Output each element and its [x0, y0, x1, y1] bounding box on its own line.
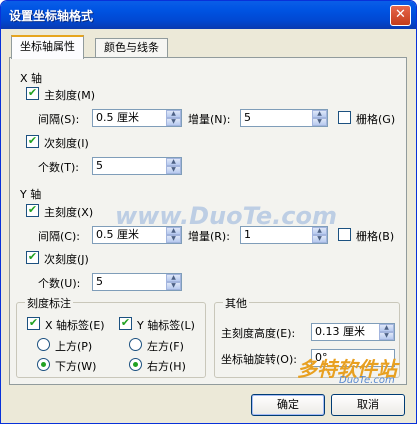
tab-panel: www.DuoTe.com X 轴 ✔ 主刻度(M) 间隔(S): 0.5 厘米… — [9, 57, 407, 385]
y-interval-label: 间隔(C): — [38, 230, 80, 243]
y-increment-spinner[interactable]: ▲ ▼ — [312, 227, 327, 243]
y-count-input[interactable]: 5 ▲ ▼ — [92, 273, 182, 291]
watermark-logo-sub: DuoTe.com — [339, 375, 395, 386]
x-increment-label: 增量(N): — [188, 113, 231, 126]
top-radio[interactable] — [37, 338, 50, 351]
tick-height-label: 主刻度高度(E): — [221, 327, 296, 340]
spin-up-icon[interactable]: ▲ — [379, 324, 394, 332]
tick-height-value: 0.13 厘米 — [315, 325, 365, 338]
x-minor-tick-checkbox[interactable]: ✔ — [26, 135, 39, 148]
x-minor-tick-label: 次刻度(I) — [44, 137, 89, 150]
y-axis-label-text: Y 轴标签(L) — [137, 319, 195, 332]
y-count-spinner[interactable]: ▲ ▼ — [166, 274, 181, 290]
spin-down-icon[interactable]: ▼ — [166, 166, 181, 174]
x-count-spinner[interactable]: ▲ ▼ — [166, 158, 181, 174]
y-interval-value: 0.5 厘米 — [96, 228, 139, 241]
y-axis-heading: Y 轴 — [20, 188, 42, 201]
rotation-label: 坐标轴旋转(O): — [221, 353, 297, 366]
y-interval-spinner[interactable]: ▲ ▼ — [166, 227, 181, 243]
bottom-radio[interactable] — [37, 358, 50, 371]
x-axis-heading: X 轴 — [20, 72, 43, 85]
x-count-label: 个数(T): — [38, 161, 80, 174]
x-major-tick-checkbox[interactable]: ✔ — [26, 87, 39, 100]
tick-height-input[interactable]: 0.13 厘米 ▲ ▼ — [311, 323, 395, 341]
bottom-radio-label: 下方(W) — [55, 360, 97, 373]
right-radio[interactable] — [129, 358, 142, 371]
y-grid-checkbox[interactable] — [338, 228, 351, 241]
cancel-button[interactable]: 取消 — [331, 394, 405, 416]
y-increment-label: 增量(R): — [188, 230, 230, 243]
spin-down-icon[interactable]: ▼ — [379, 332, 394, 340]
right-radio-label: 右方(H) — [147, 360, 186, 373]
x-interval-label: 间隔(S): — [38, 113, 80, 126]
spin-up-icon[interactable]: ▲ — [166, 227, 181, 235]
y-count-value: 5 — [96, 275, 103, 288]
y-minor-tick-label: 次刻度(J) — [44, 253, 89, 266]
x-count-input[interactable]: 5 ▲ ▼ — [92, 157, 182, 175]
x-increment-value: 5 — [244, 111, 251, 124]
top-radio-label: 上方(P) — [55, 340, 93, 353]
x-interval-spinner[interactable]: ▲ ▼ — [166, 110, 181, 126]
x-major-tick-label: 主刻度(M) — [44, 89, 96, 102]
left-radio[interactable] — [129, 338, 142, 351]
y-increment-input[interactable]: 1 ▲ ▼ — [240, 226, 328, 244]
spin-down-icon[interactable]: ▼ — [166, 282, 181, 290]
y-major-tick-label: 主刻度(X) — [44, 206, 94, 219]
other-heading: 其他 — [223, 295, 249, 311]
x-axis-label-checkbox[interactable]: ✔ — [27, 317, 40, 330]
x-axis-label-text: X 轴标签(E) — [45, 319, 105, 332]
dialog-window: 设置坐标轴格式 ✕ 坐标轴属性 颜色与线条 www.DuoTe.com X 轴 … — [0, 0, 417, 424]
x-interval-input[interactable]: 0.5 厘米 ▲ ▼ — [92, 109, 182, 127]
y-grid-label: 栅格(B) — [356, 230, 395, 243]
spin-down-icon[interactable]: ▼ — [312, 118, 327, 126]
tab-axis-properties[interactable]: 坐标轴属性 — [11, 35, 84, 59]
x-grid-label: 栅格(G) — [356, 113, 396, 126]
tick-labels-heading: 刻度标注 — [25, 295, 73, 311]
spin-down-icon[interactable]: ▼ — [166, 235, 181, 243]
y-increment-value: 1 — [244, 228, 251, 241]
x-interval-value: 0.5 厘米 — [96, 111, 139, 124]
spin-up-icon[interactable]: ▲ — [166, 158, 181, 166]
x-grid-checkbox[interactable] — [338, 111, 351, 124]
spin-down-icon[interactable]: ▼ — [312, 235, 327, 243]
spin-up-icon[interactable]: ▲ — [166, 110, 181, 118]
x-count-value: 5 — [96, 159, 103, 172]
spin-down-icon[interactable]: ▼ — [166, 118, 181, 126]
y-major-tick-checkbox[interactable]: ✔ — [26, 204, 39, 217]
window-title: 设置坐标轴格式 — [9, 9, 94, 23]
y-axis-label-checkbox[interactable]: ✔ — [119, 317, 132, 330]
title-bar[interactable]: 设置坐标轴格式 ✕ — [1, 1, 416, 29]
y-count-label: 个数(U): — [38, 277, 81, 290]
y-minor-tick-checkbox[interactable]: ✔ — [26, 251, 39, 264]
spin-up-icon[interactable]: ▲ — [312, 110, 327, 118]
spin-up-icon[interactable]: ▲ — [166, 274, 181, 282]
ok-button[interactable]: 确定 — [251, 394, 325, 416]
close-button[interactable]: ✕ — [390, 5, 411, 26]
spin-up-icon[interactable]: ▲ — [312, 227, 327, 235]
x-increment-spinner[interactable]: ▲ ▼ — [312, 110, 327, 126]
x-increment-input[interactable]: 5 ▲ ▼ — [240, 109, 328, 127]
tick-height-spinner[interactable]: ▲ ▼ — [379, 324, 394, 340]
y-interval-input[interactable]: 0.5 厘米 ▲ ▼ — [92, 226, 182, 244]
tick-labels-group: 刻度标注 ✔ X 轴标签(E) ✔ Y 轴标签(L) 上方(P) 左方(F) 下… — [16, 295, 206, 378]
tab-color-and-lines[interactable]: 颜色与线条 — [95, 38, 168, 58]
left-radio-label: 左方(F) — [147, 340, 184, 353]
